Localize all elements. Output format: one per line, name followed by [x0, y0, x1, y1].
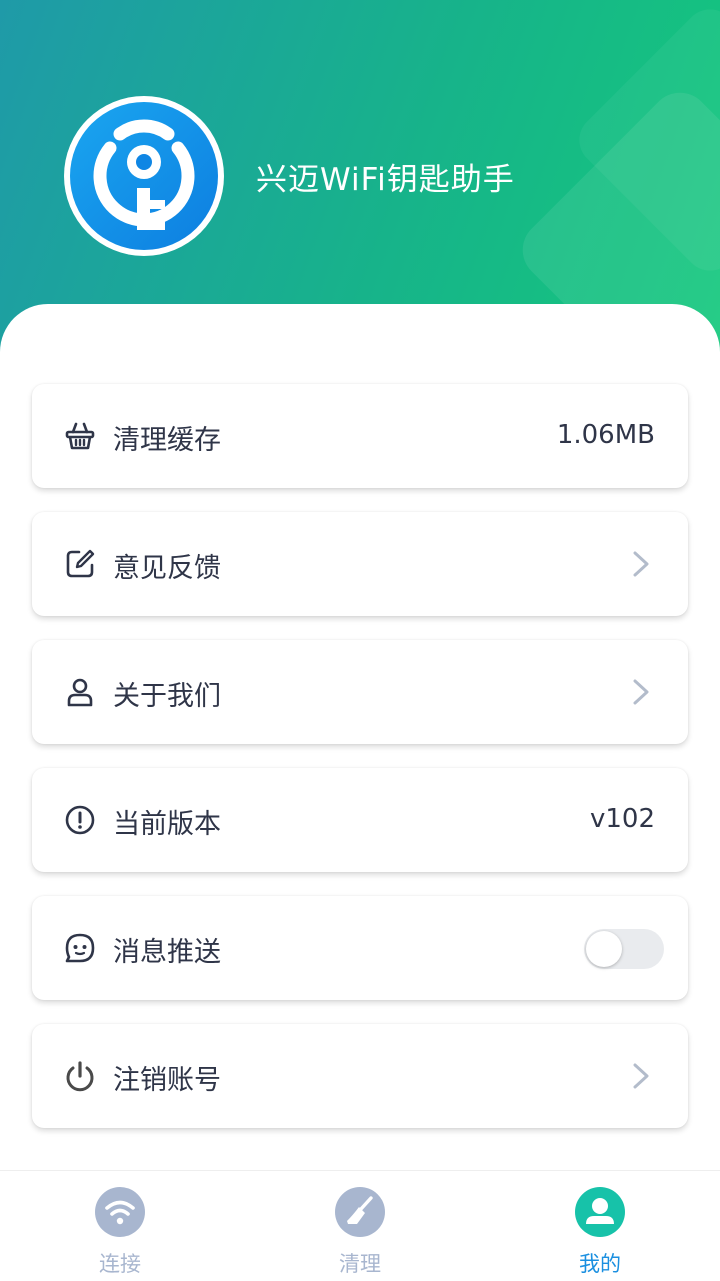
deregister-account-item[interactable]: 注销账号	[32, 1024, 688, 1128]
version-item[interactable]: 当前版本 v102	[32, 768, 688, 872]
deregister-account-label: 注销账号	[113, 1065, 221, 1096]
tab-clean-label: 清理	[339, 1252, 381, 1276]
user-icon	[67, 678, 93, 707]
wifi-key-icon	[93, 119, 195, 230]
cache-size-value: 1.06MB	[556, 420, 655, 450]
version-label: 当前版本	[113, 809, 221, 840]
bottom-tab-bar: 连接 清理 我的	[0, 1170, 720, 1281]
chevron-right-icon	[633, 551, 649, 577]
chevron-right-icon	[633, 679, 649, 705]
edit-icon	[66, 549, 95, 578]
tab-connect[interactable]: 连接	[0, 1171, 240, 1281]
app-logo	[64, 96, 224, 256]
tab-profile[interactable]: 我的	[480, 1171, 720, 1281]
basket-icon	[65, 422, 95, 450]
chevron-right-icon	[633, 1063, 649, 1089]
version-value: v102	[589, 804, 655, 834]
tab-connect-label: 连接	[99, 1252, 141, 1276]
app-name: 兴迈WiFi钥匙助手	[256, 162, 515, 198]
about-us-label: 关于我们	[113, 681, 221, 712]
chat-icon	[65, 933, 95, 963]
toggle-knob	[586, 931, 622, 967]
feedback-item[interactable]: 意见反馈	[32, 512, 688, 616]
tab-clean[interactable]: 清理	[240, 1171, 480, 1281]
about-us-item[interactable]: 关于我们	[32, 640, 688, 744]
push-notification-toggle[interactable]	[584, 929, 664, 969]
feedback-label: 意见反馈	[113, 553, 221, 584]
push-notification-item: 消息推送	[32, 896, 688, 1000]
clear-cache-item[interactable]: 清理缓存 1.06MB	[32, 384, 688, 488]
info-icon	[65, 805, 95, 835]
clear-cache-label: 清理缓存	[113, 425, 221, 456]
broom-icon	[335, 1187, 385, 1237]
power-icon	[66, 1061, 94, 1092]
push-notification-label: 消息推送	[113, 937, 221, 968]
profile-icon	[575, 1187, 625, 1237]
tab-profile-label: 我的	[579, 1252, 621, 1276]
wifi-icon	[95, 1187, 145, 1237]
